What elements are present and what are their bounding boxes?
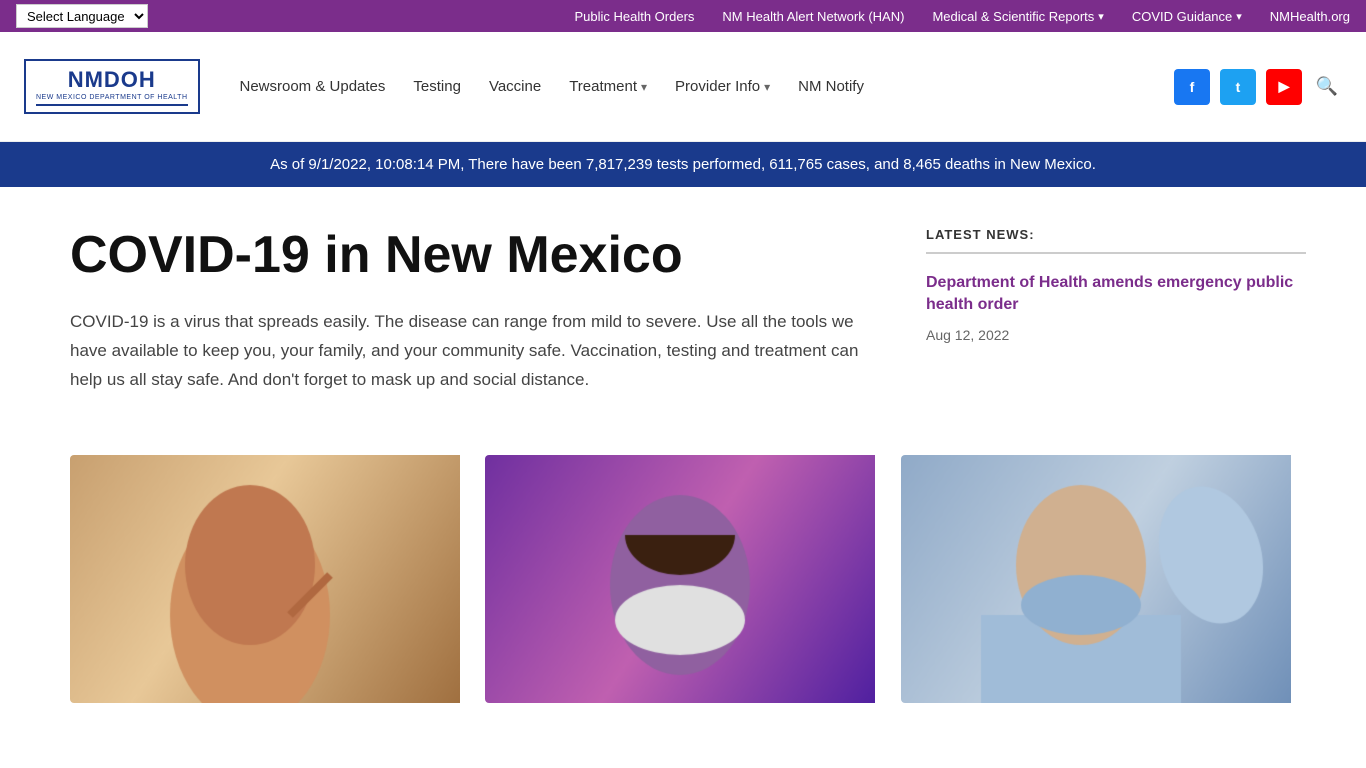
logo-fullname: NEW MEXICO DEPARTMENT OF HEALTH: [36, 93, 188, 102]
search-icon[interactable]: 🔍: [1312, 72, 1342, 102]
language-select[interactable]: Select Language Spanish Navajo: [16, 4, 148, 28]
image-card-testing[interactable]: [70, 455, 465, 703]
youtube-button[interactable]: ▶: [1266, 69, 1302, 105]
nav-nm-notify[interactable]: NM Notify: [798, 78, 864, 95]
topbar-link-covid-guidance[interactable]: COVID Guidance: [1132, 9, 1242, 24]
logo-line: [36, 104, 188, 106]
logo[interactable]: NMDOH NEW MEXICO DEPARTMENT OF HEALTH: [24, 59, 200, 114]
topbar-link-nmhealth[interactable]: NMHealth.org: [1270, 9, 1350, 24]
logo-abbr: NMDOH: [68, 67, 156, 93]
card3-canvas: [901, 455, 1291, 703]
top-bar: Select Language Spanish Navajo Public He…: [0, 0, 1366, 32]
main-content: COVID-19 in New Mexico COVID-19 is a vir…: [0, 187, 1366, 435]
nav-links: Newsroom & Updates Testing Vaccine Treat…: [240, 78, 864, 95]
nav-treatment[interactable]: Treatment: [569, 78, 647, 95]
nav-provider-info[interactable]: Provider Info: [675, 78, 770, 95]
image-cards: [0, 455, 1366, 703]
page-title: COVID-19 in New Mexico: [70, 227, 886, 284]
nav-vaccine[interactable]: Vaccine: [489, 78, 541, 95]
image-card-mask[interactable]: [485, 455, 880, 703]
top-bar-links: Public Health Orders NM Health Alert Net…: [574, 9, 1350, 24]
topbar-link-medical-reports[interactable]: Medical & Scientific Reports: [932, 9, 1103, 24]
nav-right: f t ▶ 🔍: [1174, 69, 1342, 105]
facebook-button[interactable]: f: [1174, 69, 1210, 105]
page-description: COVID-19 is a virus that spreads easily.…: [70, 308, 886, 395]
card2-canvas: [485, 455, 875, 703]
news-item-date: Aug 12, 2022: [926, 327, 1306, 343]
logo-box: NMDOH NEW MEXICO DEPARTMENT OF HEALTH: [24, 59, 200, 114]
image-card-healthcare[interactable]: [901, 455, 1296, 703]
topbar-link-public-health-orders[interactable]: Public Health Orders: [574, 9, 694, 24]
topbar-link-han[interactable]: NM Health Alert Network (HAN): [722, 9, 904, 24]
news-divider: [926, 252, 1306, 254]
twitter-button[interactable]: t: [1220, 69, 1256, 105]
nav-testing[interactable]: Testing: [413, 78, 461, 95]
card1-canvas: [70, 455, 460, 703]
news-item-title[interactable]: Department of Health amends emergency pu…: [926, 272, 1306, 317]
content-left: COVID-19 in New Mexico COVID-19 is a vir…: [70, 227, 886, 395]
alert-bar: As of 9/1/2022, 10:08:14 PM, There have …: [0, 142, 1366, 187]
nav-left: NMDOH NEW MEXICO DEPARTMENT OF HEALTH Ne…: [24, 59, 864, 114]
alert-text: As of 9/1/2022, 10:08:14 PM, There have …: [270, 156, 1096, 173]
content-right: LATEST NEWS: Department of Health amends…: [926, 227, 1306, 395]
main-nav: NMDOH NEW MEXICO DEPARTMENT OF HEALTH Ne…: [0, 32, 1366, 142]
latest-news-label: LATEST NEWS:: [926, 227, 1306, 242]
nav-newsroom[interactable]: Newsroom & Updates: [240, 78, 386, 95]
